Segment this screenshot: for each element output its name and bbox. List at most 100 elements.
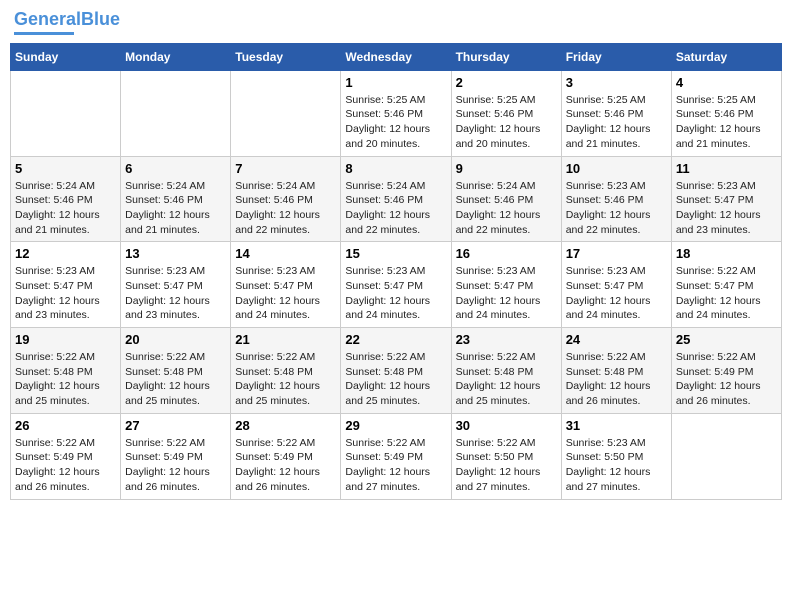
calendar-cell: 3Sunrise: 5:25 AM Sunset: 5:46 PM Daylig…	[561, 70, 671, 156]
day-info: Sunrise: 5:22 AM Sunset: 5:49 PM Dayligh…	[15, 436, 116, 495]
day-info: Sunrise: 5:23 AM Sunset: 5:47 PM Dayligh…	[15, 264, 116, 323]
day-number: 23	[456, 332, 557, 347]
day-number: 26	[15, 418, 116, 433]
day-info: Sunrise: 5:24 AM Sunset: 5:46 PM Dayligh…	[15, 179, 116, 238]
calendar-cell: 14 Sunrise: 5:23 AM Sunset: 5:47 PM Dayli…	[231, 242, 341, 328]
day-info: Sunrise: 5:22 AM Sunset: 5:48 PM Dayligh…	[15, 350, 116, 409]
day-info: Sunrise: 5:25 AM Sunset: 5:46 PM Dayligh…	[676, 93, 777, 152]
calendar-cell: 13 Sunrise: 5:23 AM Sunset: 5:47 PM Dayli…	[121, 242, 231, 328]
column-header-friday: Friday	[561, 43, 671, 70]
calendar-week-row: 19Sunrise: 5:22 AM Sunset: 5:48 PM Dayli…	[11, 328, 782, 414]
column-header-wednesday: Wednesday	[341, 43, 451, 70]
day-info: Sunrise: 5:24 AM Sunset: 5:46 PM Dayligh…	[345, 179, 446, 238]
calendar-cell: 25 Sunrise: 5:22 AM Sunset: 5:49 PM Dayli…	[671, 328, 781, 414]
calendar-cell: 28 Sunrise: 5:22 AM Sunset: 5:49 PM Dayli…	[231, 413, 341, 499]
day-number: 9	[456, 161, 557, 176]
calendar-cell: 26 Sunrise: 5:22 AM Sunset: 5:49 PM Dayli…	[11, 413, 121, 499]
column-header-tuesday: Tuesday	[231, 43, 341, 70]
day-number: 11	[676, 161, 777, 176]
logo-underline	[14, 32, 74, 35]
day-info: Sunrise: 5:22 AM Sunset: 5:48 PM Dayligh…	[345, 350, 446, 409]
calendar-cell: 23 Sunrise: 5:22 AM Sunset: 5:48 PM Dayli…	[451, 328, 561, 414]
column-header-saturday: Saturday	[671, 43, 781, 70]
calendar-cell: 10 Sunrise: 5:23 AM Sunset: 5:46 PM Dayli…	[561, 156, 671, 242]
day-info: Sunrise: 5:23 AM Sunset: 5:47 PM Dayligh…	[456, 264, 557, 323]
day-number: 4	[676, 75, 777, 90]
day-info: Sunrise: 5:24 AM Sunset: 5:46 PM Dayligh…	[125, 179, 226, 238]
calendar-cell: 11 Sunrise: 5:23 AM Sunset: 5:47 PM Dayli…	[671, 156, 781, 242]
calendar-cell: 8 Sunrise: 5:24 AM Sunset: 5:46 PM Daylig…	[341, 156, 451, 242]
day-number: 28	[235, 418, 336, 433]
day-number: 30	[456, 418, 557, 433]
calendar-cell	[671, 413, 781, 499]
day-number: 24	[566, 332, 667, 347]
day-info: Sunrise: 5:24 AM Sunset: 5:46 PM Dayligh…	[456, 179, 557, 238]
day-number: 21	[235, 332, 336, 347]
day-info: Sunrise: 5:23 AM Sunset: 5:50 PM Dayligh…	[566, 436, 667, 495]
day-number: 20	[125, 332, 226, 347]
calendar-week-row: 12 Sunrise: 5:23 AM Sunset: 5:47 PM Dayli…	[11, 242, 782, 328]
day-number: 8	[345, 161, 446, 176]
day-info: Sunrise: 5:22 AM Sunset: 5:48 PM Dayligh…	[456, 350, 557, 409]
calendar-cell: 1 Sunrise: 5:25 AM Sunset: 5:46 PM Daylig…	[341, 70, 451, 156]
day-info: Sunrise: 5:23 AM Sunset: 5:47 PM Dayligh…	[566, 264, 667, 323]
day-info: Sunrise: 5:22 AM Sunset: 5:47 PM Dayligh…	[676, 264, 777, 323]
day-info: Sunrise: 5:23 AM Sunset: 5:47 PM Dayligh…	[676, 179, 777, 238]
day-number: 22	[345, 332, 446, 347]
day-info: Sunrise: 5:25 AM Sunset: 5:46 PM Dayligh…	[345, 93, 446, 152]
calendar-cell: 6 Sunrise: 5:24 AM Sunset: 5:46 PM Daylig…	[121, 156, 231, 242]
calendar-header-row: SundayMondayTuesdayWednesdayThursdayFrid…	[11, 43, 782, 70]
column-header-monday: Monday	[121, 43, 231, 70]
calendar-cell: 15 Sunrise: 5:23 AM Sunset: 5:47 PM Dayli…	[341, 242, 451, 328]
day-number: 27	[125, 418, 226, 433]
calendar-cell: 22 Sunrise: 5:22 AM Sunset: 5:48 PM Dayli…	[341, 328, 451, 414]
day-number: 7	[235, 161, 336, 176]
day-info: Sunrise: 5:22 AM Sunset: 5:48 PM Dayligh…	[235, 350, 336, 409]
day-info: Sunrise: 5:22 AM Sunset: 5:49 PM Dayligh…	[125, 436, 226, 495]
calendar-cell: 7Sunrise: 5:24 AM Sunset: 5:46 PM Daylig…	[231, 156, 341, 242]
day-info: Sunrise: 5:22 AM Sunset: 5:48 PM Dayligh…	[125, 350, 226, 409]
calendar-cell: 24 Sunrise: 5:22 AM Sunset: 5:48 PM Dayli…	[561, 328, 671, 414]
day-number: 6	[125, 161, 226, 176]
day-number: 14	[235, 246, 336, 261]
calendar-cell: 20 Sunrise: 5:22 AM Sunset: 5:48 PM Dayli…	[121, 328, 231, 414]
calendar-cell	[11, 70, 121, 156]
day-number: 25	[676, 332, 777, 347]
day-number: 15	[345, 246, 446, 261]
calendar-cell: 31Sunrise: 5:23 AM Sunset: 5:50 PM Dayli…	[561, 413, 671, 499]
calendar-cell: 17 Sunrise: 5:23 AM Sunset: 5:47 PM Dayli…	[561, 242, 671, 328]
logo-text: GeneralBlue	[14, 10, 120, 30]
logo-blue: Blue	[81, 9, 120, 29]
calendar-cell: 21 Sunrise: 5:22 AM Sunset: 5:48 PM Dayli…	[231, 328, 341, 414]
day-number: 13	[125, 246, 226, 261]
calendar-cell: 29Sunrise: 5:22 AM Sunset: 5:49 PM Dayli…	[341, 413, 451, 499]
column-header-thursday: Thursday	[451, 43, 561, 70]
day-number: 18	[676, 246, 777, 261]
day-info: Sunrise: 5:22 AM Sunset: 5:50 PM Dayligh…	[456, 436, 557, 495]
calendar-cell: 27 Sunrise: 5:22 AM Sunset: 5:49 PM Dayli…	[121, 413, 231, 499]
day-number: 17	[566, 246, 667, 261]
day-number: 3	[566, 75, 667, 90]
day-number: 29	[345, 418, 446, 433]
day-number: 1	[345, 75, 446, 90]
day-number: 16	[456, 246, 557, 261]
day-info: Sunrise: 5:23 AM Sunset: 5:47 PM Dayligh…	[345, 264, 446, 323]
calendar-cell: 9 Sunrise: 5:24 AM Sunset: 5:46 PM Daylig…	[451, 156, 561, 242]
calendar-cell: 5Sunrise: 5:24 AM Sunset: 5:46 PM Daylig…	[11, 156, 121, 242]
day-number: 12	[15, 246, 116, 261]
logo-general: General	[14, 9, 81, 29]
logo: GeneralBlue	[14, 10, 120, 35]
calendar-cell	[231, 70, 341, 156]
day-info: Sunrise: 5:22 AM Sunset: 5:49 PM Dayligh…	[235, 436, 336, 495]
calendar-cell: 16 Sunrise: 5:23 AM Sunset: 5:47 PM Dayli…	[451, 242, 561, 328]
calendar-cell: 30 Sunrise: 5:22 AM Sunset: 5:50 PM Dayli…	[451, 413, 561, 499]
day-number: 2	[456, 75, 557, 90]
calendar-cell	[121, 70, 231, 156]
day-info: Sunrise: 5:22 AM Sunset: 5:49 PM Dayligh…	[676, 350, 777, 409]
day-info: Sunrise: 5:23 AM Sunset: 5:47 PM Dayligh…	[125, 264, 226, 323]
calendar-week-row: 26 Sunrise: 5:22 AM Sunset: 5:49 PM Dayli…	[11, 413, 782, 499]
day-info: Sunrise: 5:23 AM Sunset: 5:47 PM Dayligh…	[235, 264, 336, 323]
day-number: 10	[566, 161, 667, 176]
day-info: Sunrise: 5:22 AM Sunset: 5:48 PM Dayligh…	[566, 350, 667, 409]
day-info: Sunrise: 5:23 AM Sunset: 5:46 PM Dayligh…	[566, 179, 667, 238]
